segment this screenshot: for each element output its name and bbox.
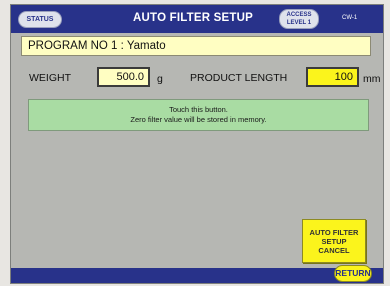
access-label: ACCESS — [286, 12, 312, 18]
page-title: AUTO FILTER SETUP — [133, 12, 253, 24]
status-button[interactable]: STATUS — [18, 11, 62, 28]
program-bar: PROGRAM NO 1 : Yamato — [21, 36, 371, 56]
weight-unit: g — [157, 73, 163, 85]
cancel-label-line1: AUTO FILTER — [309, 228, 359, 237]
return-button[interactable]: RETURN — [334, 265, 372, 282]
touch-screen: STATUS AUTO FILTER SETUP ACCESS LEVEL 1 … — [10, 4, 384, 284]
product-length-field[interactable]: 100 — [306, 67, 359, 87]
zero-filter-note: Zero filter value will be stored in memo… — [130, 115, 267, 124]
product-length-label: PRODUCT LENGTH — [190, 72, 288, 84]
access-level: LEVEL 1 — [286, 20, 312, 26]
product-length-unit: mm — [363, 73, 381, 85]
auto-filter-setup-cancel-button[interactable]: AUTO FILTER SETUP CANCEL — [302, 219, 366, 263]
footer-bar — [11, 268, 383, 283]
header-bar: STATUS AUTO FILTER SETUP ACCESS LEVEL 1 … — [11, 5, 383, 33]
zero-filter-button[interactable]: Touch this button. Zero filter value wil… — [28, 99, 369, 131]
cancel-label-line3: CANCEL — [318, 246, 350, 255]
weight-label: WEIGHT — [29, 72, 71, 84]
machine-id: CW-1 — [342, 15, 358, 21]
zero-filter-instruction: Touch this button. — [169, 105, 228, 114]
weight-field[interactable]: 500.0 — [97, 67, 150, 87]
access-level-badge[interactable]: ACCESS LEVEL 1 — [279, 9, 319, 29]
cancel-label-line2: SETUP — [321, 237, 347, 246]
